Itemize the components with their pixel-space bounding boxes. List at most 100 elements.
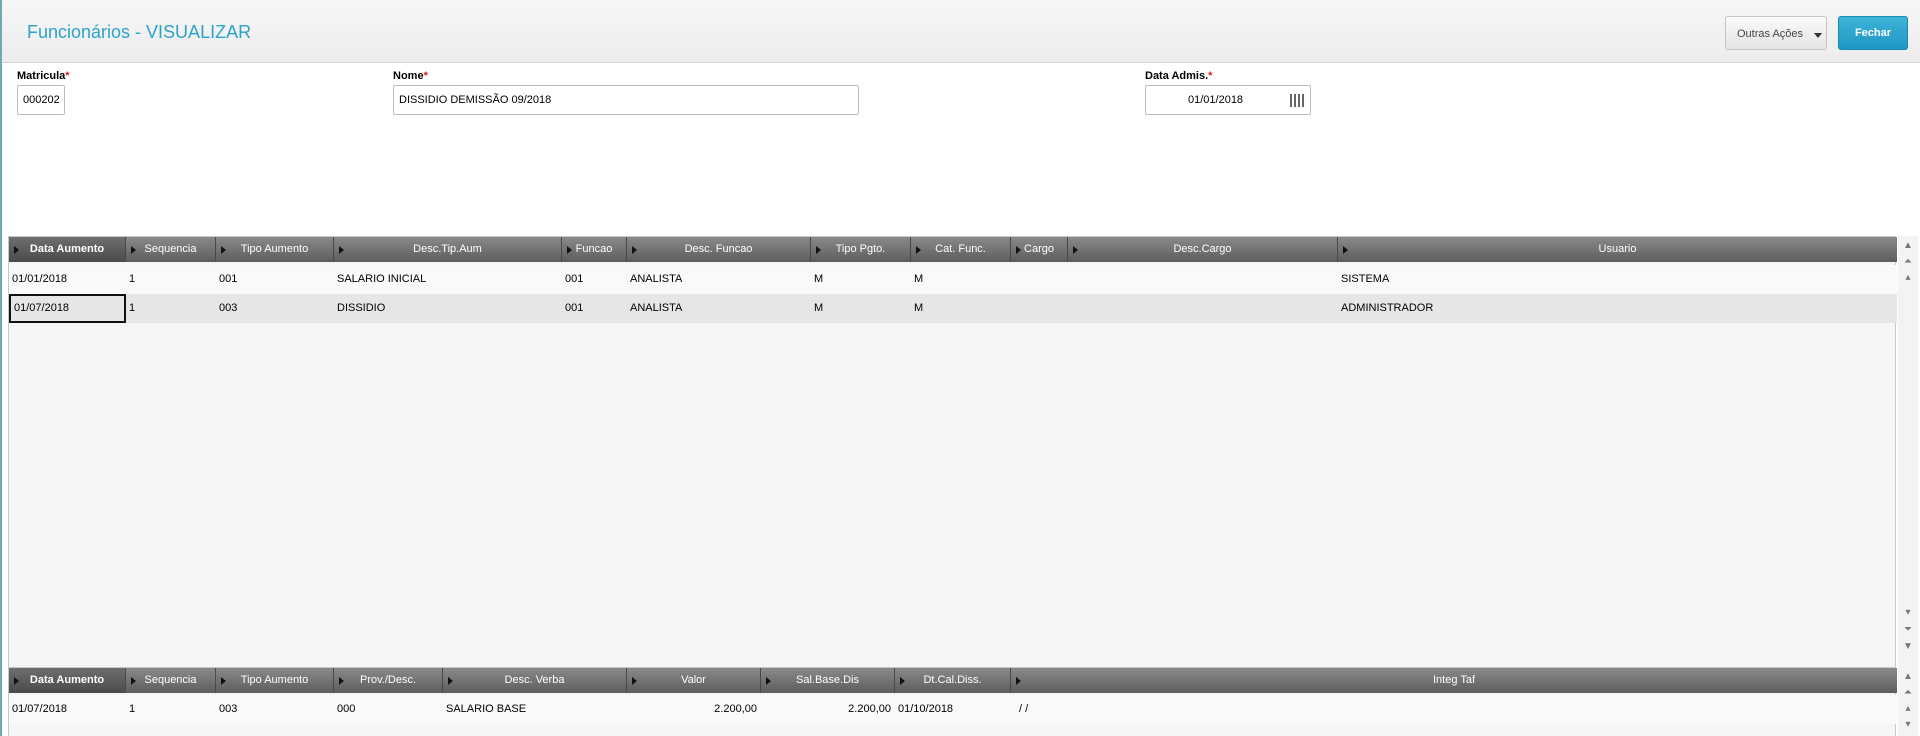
sort-arrow-icon bbox=[1016, 677, 1021, 685]
col-header-desc-cargo[interactable]: Desc.Cargo bbox=[1068, 237, 1338, 262]
sort-arrow-icon bbox=[632, 246, 637, 254]
col-header-sal-base-dis[interactable]: Sal.Base.Dis bbox=[761, 668, 895, 693]
cell-sequencia[interactable]: 1 bbox=[126, 695, 216, 724]
cell-sequencia[interactable]: 1 bbox=[126, 265, 216, 294]
col-header-dt-cal-diss[interactable]: Dt.Cal.Diss. bbox=[895, 668, 1011, 693]
cell-desc-tip-aum[interactable]: SALARIO INICIAL bbox=[334, 265, 562, 294]
cell-funcao[interactable]: 001 bbox=[562, 265, 627, 294]
data-admis-field[interactable]: 01/01/2018 bbox=[1145, 85, 1311, 115]
cell-cargo[interactable] bbox=[1011, 294, 1068, 323]
col-header-desc-tip-aum[interactable]: Desc.Tip.Aum bbox=[334, 237, 562, 262]
col-header-sequencia[interactable]: Sequencia bbox=[126, 668, 216, 693]
salary-increase-grid: Data Aumento Sequencia Tipo Aumento Desc… bbox=[8, 236, 1897, 668]
sort-arrow-icon bbox=[567, 246, 572, 254]
calendar-icon[interactable] bbox=[1290, 94, 1304, 107]
cell-cat-func[interactable]: M bbox=[911, 294, 1011, 323]
page-title: Funcionários - VISUALIZAR bbox=[27, 22, 252, 42]
col-header-cat-func[interactable]: Cat. Func. bbox=[911, 237, 1011, 262]
sort-arrow-icon bbox=[339, 677, 344, 685]
grid2-scrollbar[interactable]: ▲ ⏶ ▴ ▾ bbox=[1898, 667, 1918, 736]
sort-arrow-icon bbox=[221, 677, 226, 685]
cell-desc-funcao[interactable]: ANALISTA bbox=[627, 265, 811, 294]
cell-data-aumento-selected[interactable]: 01/07/2018 bbox=[9, 294, 126, 323]
cell-sequencia[interactable]: 1 bbox=[126, 294, 216, 323]
col-header-funcao[interactable]: Funcao bbox=[562, 237, 627, 262]
cell-tipo-pgto[interactable]: M bbox=[811, 294, 911, 323]
scroll-down-icon[interactable]: ▾ bbox=[1902, 718, 1914, 732]
cell-data-aumento[interactable]: 01/01/2018 bbox=[9, 265, 126, 294]
col-header-usuario[interactable]: Usuario bbox=[1338, 237, 1897, 262]
scroll-bottom-icon[interactable]: ▼ bbox=[1902, 640, 1914, 654]
sort-arrow-icon bbox=[1343, 246, 1348, 254]
col-header-cargo[interactable]: Cargo bbox=[1011, 237, 1068, 262]
data-admis-label: Data Admis.* bbox=[1145, 70, 1213, 82]
col-header-valor[interactable]: Valor bbox=[627, 668, 761, 693]
sort-arrow-icon bbox=[632, 677, 637, 685]
window-left-border bbox=[0, 0, 2, 736]
grid-header: Data Aumento Sequencia Tipo Aumento Desc… bbox=[9, 237, 1897, 262]
cell-cargo[interactable] bbox=[1011, 265, 1068, 294]
col-header-data-aumento[interactable]: Data Aumento bbox=[9, 237, 126, 262]
scroll-page-down-icon[interactable]: ⏷ bbox=[1902, 623, 1914, 637]
cell-usuario[interactable]: SISTEMA bbox=[1338, 265, 1897, 294]
col-header-sequencia[interactable]: Sequencia bbox=[126, 237, 216, 262]
cell-desc-verba[interactable]: SALARIO BASE bbox=[443, 695, 627, 724]
sort-arrow-icon bbox=[816, 246, 821, 254]
col-header-integ-taf[interactable]: Integ Taf bbox=[1011, 668, 1897, 693]
cell-valor[interactable]: 2.200,00 bbox=[627, 695, 761, 724]
grid1-scrollbar[interactable]: ▲ ⏶ ▴ ▾ ⏷ ▼ bbox=[1898, 236, 1918, 668]
scroll-top-icon[interactable]: ▲ bbox=[1902, 670, 1914, 684]
matricula-field[interactable]: 000202 bbox=[17, 85, 65, 115]
cell-dt-cal-diss[interactable]: 01/10/2018 bbox=[895, 695, 1011, 724]
cell-desc-cargo[interactable] bbox=[1068, 294, 1338, 323]
cell-integ-taf[interactable]: / / bbox=[1011, 695, 1897, 724]
scroll-up-icon[interactable]: ▴ bbox=[1902, 271, 1914, 285]
cell-data-aumento[interactable]: 01/07/2018 bbox=[9, 695, 126, 724]
scroll-page-up-icon[interactable]: ⏶ bbox=[1902, 255, 1914, 269]
cell-desc-cargo[interactable] bbox=[1068, 265, 1338, 294]
grid-header: Data Aumento Sequencia Tipo Aumento Prov… bbox=[9, 668, 1897, 693]
sort-arrow-icon bbox=[14, 246, 19, 254]
scroll-page-up-icon[interactable]: ⏶ bbox=[1902, 686, 1914, 700]
cell-desc-funcao[interactable]: ANALISTA bbox=[627, 294, 811, 323]
table-row[interactable]: 01/07/2018 1 003 000 SALARIO BASE 2.200,… bbox=[9, 695, 1897, 724]
cell-cat-func[interactable]: M bbox=[911, 265, 1011, 294]
other-actions-label: Outras Ações bbox=[1737, 28, 1804, 40]
scroll-up-icon[interactable]: ▴ bbox=[1902, 702, 1914, 716]
sort-arrow-icon bbox=[339, 246, 344, 254]
col-header-desc-funcao[interactable]: Desc. Funcao bbox=[627, 237, 811, 262]
cell-tipo-pgto[interactable]: M bbox=[811, 265, 911, 294]
cell-tipo-aumento[interactable]: 003 bbox=[216, 695, 334, 724]
nome-field[interactable]: DISSIDIO DEMISSÃO 09/2018 bbox=[393, 85, 859, 115]
sort-arrow-icon bbox=[916, 246, 921, 254]
cell-prov-desc[interactable]: 000 bbox=[334, 695, 443, 724]
sort-arrow-icon bbox=[900, 677, 905, 685]
cell-tipo-aumento[interactable]: 001 bbox=[216, 265, 334, 294]
other-actions-button[interactable]: Outras Ações bbox=[1725, 16, 1827, 50]
col-header-data-aumento[interactable]: Data Aumento bbox=[9, 668, 126, 693]
chevron-down-icon bbox=[1814, 33, 1822, 38]
sort-arrow-icon bbox=[766, 677, 771, 685]
col-header-tipo-aumento[interactable]: Tipo Aumento bbox=[216, 237, 334, 262]
sort-arrow-icon bbox=[448, 677, 453, 685]
col-header-prov-desc[interactable]: Prov./Desc. bbox=[334, 668, 443, 693]
col-header-tipo-aumento[interactable]: Tipo Aumento bbox=[216, 668, 334, 693]
cell-funcao[interactable]: 001 bbox=[562, 294, 627, 323]
sort-arrow-icon bbox=[221, 246, 226, 254]
nome-label: Nome* bbox=[393, 70, 428, 82]
close-button[interactable]: Fechar bbox=[1838, 16, 1908, 50]
col-header-desc-verba[interactable]: Desc. Verba bbox=[443, 668, 627, 693]
matricula-label: Matricula* bbox=[17, 70, 70, 82]
col-header-tipo-pgto[interactable]: Tipo Pgto. bbox=[811, 237, 911, 262]
table-row[interactable]: 01/07/2018 1 003 DISSIDIO 001 ANALISTA M… bbox=[9, 294, 1897, 323]
cell-desc-tip-aum[interactable]: DISSIDIO bbox=[334, 294, 562, 323]
scroll-top-icon[interactable]: ▲ bbox=[1902, 239, 1914, 253]
table-row[interactable]: 01/01/2018 1 001 SALARIO INICIAL 001 ANA… bbox=[9, 265, 1897, 294]
data-admis-value: 01/01/2018 bbox=[1188, 94, 1244, 106]
sort-arrow-icon bbox=[1073, 246, 1078, 254]
cell-sal-base-dis[interactable]: 2.200,00 bbox=[761, 695, 895, 724]
cell-tipo-aumento[interactable]: 003 bbox=[216, 294, 334, 323]
salary-items-grid: Data Aumento Sequencia Tipo Aumento Prov… bbox=[8, 667, 1897, 736]
scroll-down-icon[interactable]: ▾ bbox=[1902, 606, 1914, 620]
cell-usuario[interactable]: ADMINISTRADOR bbox=[1338, 294, 1897, 323]
